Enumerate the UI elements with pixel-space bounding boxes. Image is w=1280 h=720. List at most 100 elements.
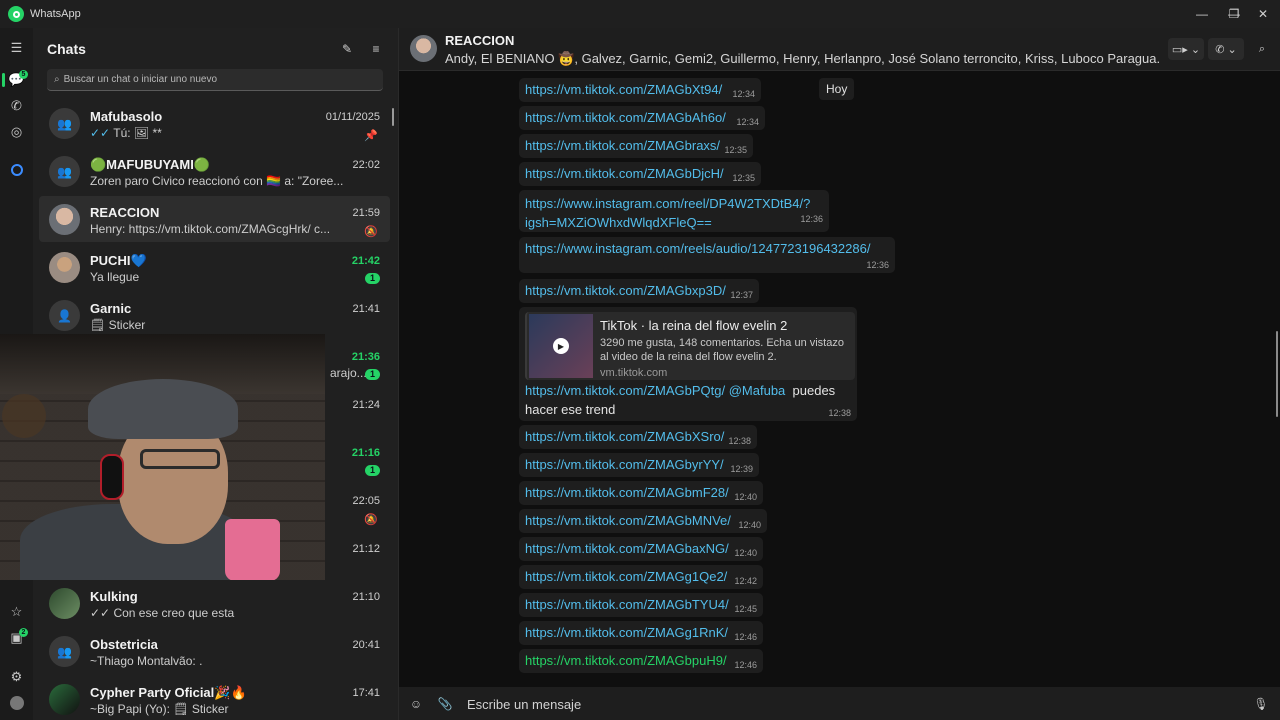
message-link[interactable]: https://vm.tiktok.com/ZMAGbMNVe/ xyxy=(525,513,731,528)
chat-row-cypher-party[interactable]: Cypher Party Oficial🎉🔥 17:41 ~Big Papi (… xyxy=(39,676,390,720)
message-input[interactable] xyxy=(467,693,1227,715)
message-link[interactable]: https://vm.tiktok.com/ZMAGg1Qe2/ xyxy=(525,569,727,584)
video-camera-icon: ▭▸ ⌄ xyxy=(1171,43,1201,56)
message-time: 12:39 xyxy=(730,464,753,474)
message-link[interactable]: https://vm.tiktok.com/ZMAGbXSro/ xyxy=(525,429,724,444)
headphones-icon xyxy=(100,454,124,500)
message-link[interactable]: https://vm.tiktok.com/ZMAGg1RnK/ xyxy=(525,625,728,640)
attach-icon[interactable]: 📎 xyxy=(436,695,454,713)
avatar xyxy=(49,588,80,619)
message-bubble[interactable]: https://vm.tiktok.com/ZMAGbDjcH/12:35 xyxy=(519,162,761,186)
chat-name: Mafubasolo xyxy=(90,109,163,124)
menu-icon[interactable]: ☰ xyxy=(0,36,33,60)
chat-preview: arajo... xyxy=(330,366,367,380)
conversation-title[interactable]: REACCION xyxy=(445,33,514,48)
chat-time: 21:42 xyxy=(351,255,380,267)
message-bubble[interactable]: https://vm.tiktok.com/ZMAGbpuH9/12:46 xyxy=(519,649,763,673)
profile-icon[interactable] xyxy=(0,691,33,715)
chat-row-mafubasolo[interactable]: 👥 Mafubasolo 01/11/2025 ✓✓ Tú: 🖼 ** 📌 xyxy=(39,100,390,146)
voice-call-button[interactable]: ✆ ⌄ xyxy=(1208,38,1244,60)
chats-icon[interactable]: 💬 xyxy=(0,68,33,92)
message-text: https://vm.tiktok.com/ZMAGbPQtg/ @Mafuba… xyxy=(525,381,845,419)
mention[interactable]: @Mafuba xyxy=(729,383,786,398)
new-chat-icon[interactable]: ✎ xyxy=(338,40,356,58)
message-composer: ☺ 📎 🎙 xyxy=(399,687,1280,720)
message-link[interactable]: https://vm.tiktok.com/ZMAGbraxs/ xyxy=(525,138,720,153)
chat-row-puchi[interactable]: PUCHI💙 21:42 Ya llegue 1 xyxy=(39,244,390,290)
group-avatar-icon: 👥 xyxy=(49,636,80,667)
search-box[interactable]: ⌕ xyxy=(47,69,383,91)
message-link[interactable]: https://vm.tiktok.com/ZMAGbaxNG/ xyxy=(525,541,729,556)
message-bubble[interactable]: https://www.instagram.com/reel/DP4W2TXDt… xyxy=(519,190,829,232)
archived-icon[interactable]: ▣ xyxy=(0,626,33,650)
minimize-button-2[interactable]: — xyxy=(1185,0,1219,28)
message-bubble[interactable]: https://vm.tiktok.com/ZMAGbxp3D/12:37 xyxy=(519,279,759,303)
message-link[interactable]: https://vm.tiktok.com/ZMAGbyrYY/ xyxy=(525,457,724,472)
chat-row-garnic[interactable]: 👤 Garnic 21:41 🗒 Sticker xyxy=(39,292,390,338)
message-link[interactable]: https://vm.tiktok.com/ZMAGbAh6o/ xyxy=(525,110,726,125)
message-list-scrollbar[interactable] xyxy=(1276,331,1278,417)
message-bubble[interactable]: https://vm.tiktok.com/ZMAGbraxs/12:35 xyxy=(519,134,753,158)
microphone-icon[interactable]: 🎙 xyxy=(1252,695,1270,713)
search-input[interactable] xyxy=(63,74,364,85)
message-list[interactable]: Hoy https://vm.tiktok.com/ZMAGbXt94/12:3… xyxy=(399,71,1280,702)
message-link[interactable]: https://vm.tiktok.com/ZMAGbmF28/ xyxy=(525,485,729,500)
message-link[interactable]: https://vm.tiktok.com/ZMAGbxp3D/ xyxy=(525,283,726,298)
message-link[interactable]: https://vm.tiktok.com/ZMAGbXt94/ xyxy=(525,82,722,97)
chat-row-mafubuyami[interactable]: 👥 🟢MAFUBUYAMI🟢 22:02 Zoren paro Civico r… xyxy=(39,148,390,194)
filter-icon[interactable]: ≡ xyxy=(367,40,385,58)
calls-icon[interactable]: ✆ xyxy=(0,94,33,118)
message-bubble[interactable]: https://vm.tiktok.com/ZMAGbMNVe/12:40 xyxy=(519,509,767,533)
message-bubble[interactable]: https://vm.tiktok.com/ZMAGbXt94/12:34 xyxy=(519,78,761,102)
settings-icon[interactable]: ⚙ xyxy=(0,665,33,689)
status-icon[interactable]: ◎ xyxy=(0,120,33,144)
conversation-members[interactable]: Andy, El BENIANO 🤠, Galvez, Garnic, Gemi… xyxy=(445,51,1161,67)
message-link[interactable]: https://www.instagram.com/reel/DP4W2TXDt… xyxy=(525,196,810,230)
link-preview-card[interactable]: ▶ TikTok · la reina del flow evelin 2 32… xyxy=(525,312,855,380)
message-time: 12:34 xyxy=(736,117,759,127)
chat-preview: ~Big Papi (Yo): 🗒 Sticker xyxy=(90,702,229,716)
conversation-header[interactable]: REACCION Andy, El BENIANO 🤠, Galvez, Gar… xyxy=(399,28,1280,71)
message-bubble[interactable]: https://vm.tiktok.com/ZMAGbAh6o/12:34 xyxy=(519,106,765,130)
message-bubble[interactable]: https://vm.tiktok.com/ZMAGg1Qe2/12:42 xyxy=(519,565,763,589)
message-bubble[interactable]: https://www.instagram.com/reels/audio/12… xyxy=(519,237,895,273)
video-call-button[interactable]: ▭▸ ⌄ xyxy=(1168,38,1204,60)
unread-badge: 1 xyxy=(365,273,380,284)
starred-icon[interactable]: ☆ xyxy=(0,600,33,624)
message-bubble[interactable]: https://vm.tiktok.com/ZMAGbyrYY/12:39 xyxy=(519,453,759,477)
play-icon[interactable]: ▶ xyxy=(553,338,569,354)
message-time: 12:38 xyxy=(828,408,851,418)
webcam-overlay xyxy=(0,334,325,580)
chat-row-kulking[interactable]: Kulking 21:10 ✓✓ Con ese creo que esta xyxy=(39,580,390,626)
wall-logo xyxy=(2,394,46,438)
message-bubble[interactable]: https://vm.tiktok.com/ZMAGbXSro/12:38 xyxy=(519,425,757,449)
close-button[interactable]: ✕ xyxy=(1246,0,1280,28)
message-bubble[interactable]: https://vm.tiktok.com/ZMAGg1RnK/12:46 xyxy=(519,621,763,645)
video-thumbnail[interactable]: ▶ xyxy=(529,314,593,378)
chat-time: 20:41 xyxy=(352,639,380,651)
message-bubble[interactable]: https://vm.tiktok.com/ZMAGbTYU4/12:45 xyxy=(519,593,763,617)
message-link[interactable]: https://vm.tiktok.com/ZMAGbPQtg/ xyxy=(525,383,725,398)
meta-ai-icon[interactable] xyxy=(0,158,33,182)
message-time: 12:34 xyxy=(732,89,755,99)
chat-name: Garnic xyxy=(90,301,132,316)
message-time: 12:46 xyxy=(734,660,757,670)
whatsapp-logo-icon xyxy=(8,6,24,22)
message-time: 12:42 xyxy=(734,576,757,586)
chat-time: 21:41 xyxy=(352,303,380,315)
message-link[interactable]: https://www.instagram.com/reels/audio/12… xyxy=(525,241,870,256)
search-in-chat-button[interactable]: ⌕ xyxy=(1252,38,1272,60)
message-link[interactable]: https://vm.tiktok.com/ZMAGbDjcH/ xyxy=(525,166,724,181)
chat-row-obstetricia[interactable]: 👥 Obstetricia 20:41 ~Thiago Montalvão: . xyxy=(39,628,390,674)
avatar xyxy=(49,252,80,283)
chat-row-reaccion[interactable]: REACCION 21:59 Henry: https://vm.tiktok.… xyxy=(39,196,390,242)
message-link[interactable]: https://vm.tiktok.com/ZMAGbTYU4/ xyxy=(525,597,729,612)
chat-list-scrollbar[interactable] xyxy=(392,108,394,126)
message-time: 12:36 xyxy=(866,260,889,270)
message-bubble[interactable]: https://vm.tiktok.com/ZMAGbmF28/12:40 xyxy=(519,481,763,505)
message-link[interactable]: https://vm.tiktok.com/ZMAGbpuH9/ xyxy=(525,653,727,668)
message-bubble[interactable]: https://vm.tiktok.com/ZMAGbaxNG/12:40 xyxy=(519,537,763,561)
avatar[interactable] xyxy=(410,35,437,62)
emoji-icon[interactable]: ☺ xyxy=(407,695,425,713)
chat-time: 01/11/2025 xyxy=(325,111,380,123)
